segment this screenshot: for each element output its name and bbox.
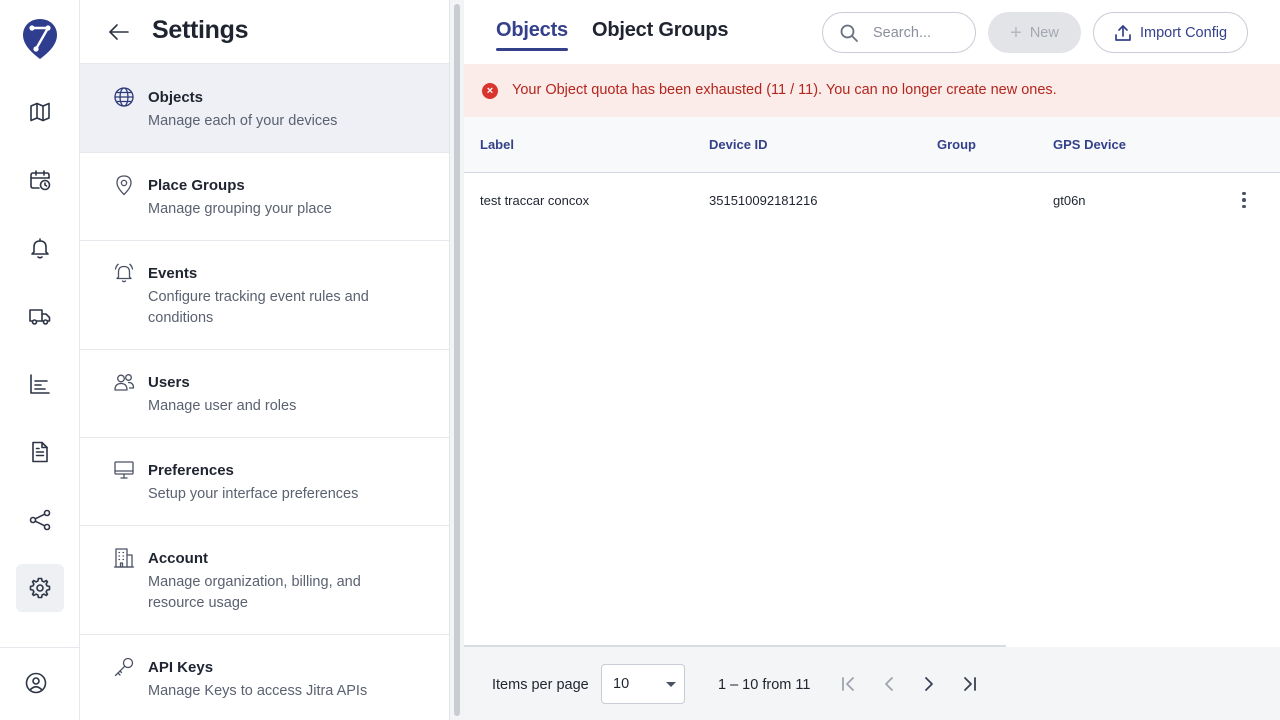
plus-icon: + <box>1010 21 1022 44</box>
tab-object-groups[interactable]: Object Groups <box>592 19 729 42</box>
monitor-icon <box>113 459 135 481</box>
map-pin-icon <box>113 174 135 196</box>
settings-item-objects[interactable]: Objects Manage each of your devices <box>80 64 449 153</box>
back-button[interactable] <box>106 20 132 44</box>
rail-reports-button[interactable] <box>16 360 64 408</box>
rail-vehicles-button[interactable] <box>16 292 64 340</box>
column-header-gps-device[interactable]: GPS Device <box>1053 137 1126 152</box>
settings-item-title: API Keys <box>148 659 214 676</box>
search-box[interactable] <box>822 12 976 53</box>
key-icon <box>113 656 135 678</box>
settings-scrollbar[interactable] <box>449 0 464 720</box>
previous-page-button[interactable] <box>879 673 899 695</box>
cell-gps-device: gt06n <box>1053 193 1086 208</box>
column-header-device-id[interactable]: Device ID <box>709 137 768 152</box>
bell-icon <box>31 238 49 259</box>
error-icon: × <box>482 83 498 99</box>
items-per-page-value: 10 <box>613 676 630 692</box>
quota-alert: × Your Object quota has been exhausted (… <box>464 64 1280 117</box>
app-logo-icon[interactable] <box>22 18 58 60</box>
table-row[interactable]: test traccar concox 351510092181216 gt06… <box>464 174 1280 226</box>
row-menu-icon[interactable] <box>1234 189 1254 211</box>
last-page-icon <box>964 677 976 691</box>
building-icon <box>113 547 135 569</box>
next-page-button[interactable] <box>919 673 939 695</box>
settings-item-title: Users <box>148 374 190 391</box>
settings-item-desc: Configure tracking event rules and condi… <box>148 289 369 326</box>
bell-ring-icon <box>113 262 135 284</box>
document-icon <box>32 441 48 463</box>
import-config-button[interactable]: Import Config <box>1093 12 1248 53</box>
column-header-group[interactable]: Group <box>937 137 976 152</box>
items-per-page-label: Items per page <box>492 677 589 693</box>
rail-share-button[interactable] <box>16 496 64 544</box>
gear-icon <box>29 577 51 599</box>
new-button[interactable]: + New <box>988 12 1081 53</box>
globe-icon <box>113 86 135 108</box>
settings-scrollbar-thumb[interactable] <box>454 4 460 716</box>
settings-item-title: Place Groups <box>148 177 245 194</box>
first-page-icon <box>842 677 854 691</box>
settings-item-desc: Setup your interface preferences <box>148 486 359 502</box>
rail-settings-button[interactable] <box>16 564 64 612</box>
rail-divider <box>0 647 79 648</box>
settings-item-account[interactable]: Account Manage organization, billing, an… <box>80 526 449 635</box>
rail-documents-button[interactable] <box>16 428 64 476</box>
search-icon <box>840 24 858 42</box>
last-page-button[interactable] <box>959 673 979 695</box>
cell-label: test traccar concox <box>480 193 590 208</box>
pagination-range: 1 – 10 from 11 <box>718 677 811 693</box>
settings-item-desc: Manage organization, billing, and resour… <box>148 574 361 611</box>
alert-message: Your Object quota has been exhausted (11… <box>512 82 1057 98</box>
settings-item-desc: Manage grouping your place <box>148 201 332 217</box>
cell-device-id: 351510092181216 <box>709 193 818 208</box>
settings-item-title: Preferences <box>148 462 234 479</box>
bar-chart-icon <box>30 374 50 394</box>
chevron-down-icon <box>666 682 676 687</box>
tab-objects[interactable]: Objects <box>496 19 568 42</box>
settings-item-desc: Manage Keys to access Jitra APIs <box>148 683 368 699</box>
icon-rail <box>0 0 80 720</box>
truck-icon <box>29 309 51 325</box>
rail-notifications-button[interactable] <box>16 224 64 272</box>
settings-item-preferences[interactable]: Preferences Setup your interface prefere… <box>80 438 449 526</box>
chevron-left-icon <box>885 677 893 691</box>
page-title: Settings <box>152 16 249 44</box>
first-page-button[interactable] <box>839 673 859 695</box>
rail-history-button[interactable] <box>16 156 64 204</box>
settings-item-desc: Manage each of your devices <box>148 113 338 129</box>
calendar-clock-icon <box>30 170 51 191</box>
column-header-label[interactable]: Label <box>480 137 514 152</box>
main-content: Objects Object Groups + New Import Confi… <box>464 0 1280 720</box>
user-circle-icon <box>25 672 47 694</box>
map-icon <box>30 102 50 122</box>
settings-item-events[interactable]: Events Configure tracking event rules an… <box>80 241 449 350</box>
import-config-label: Import Config <box>1139 24 1228 41</box>
settings-item-place-groups[interactable]: Place Groups Manage grouping your place <box>80 153 449 241</box>
settings-item-users[interactable]: Users Manage user and roles <box>80 350 449 438</box>
chevron-right-icon <box>925 677 933 691</box>
arrow-left-icon <box>109 24 129 40</box>
active-tab-indicator <box>496 48 568 51</box>
settings-panel: Settings Objects Manage each of your dev… <box>80 0 449 720</box>
settings-item-title: Account <box>148 550 208 567</box>
users-icon <box>113 371 135 393</box>
pagination-bar: Items per page 10 1 – 10 from 11 <box>464 647 1280 720</box>
new-button-label: New <box>1029 24 1059 41</box>
settings-header: Settings <box>80 0 449 64</box>
share-icon <box>29 509 51 531</box>
rail-map-button[interactable] <box>16 88 64 136</box>
table-header: Label Device ID Group GPS Device <box>464 117 1280 173</box>
settings-item-desc: Manage user and roles <box>148 398 297 414</box>
search-input[interactable] <box>873 24 973 41</box>
rail-profile-button[interactable] <box>12 659 60 707</box>
settings-item-api-keys[interactable]: API Keys Manage Keys to access Jitra API… <box>80 635 449 720</box>
upload-icon <box>1115 24 1131 41</box>
settings-item-title: Objects <box>148 89 204 106</box>
items-per-page-select[interactable]: 10 <box>601 664 685 704</box>
settings-item-title: Events <box>148 265 198 282</box>
